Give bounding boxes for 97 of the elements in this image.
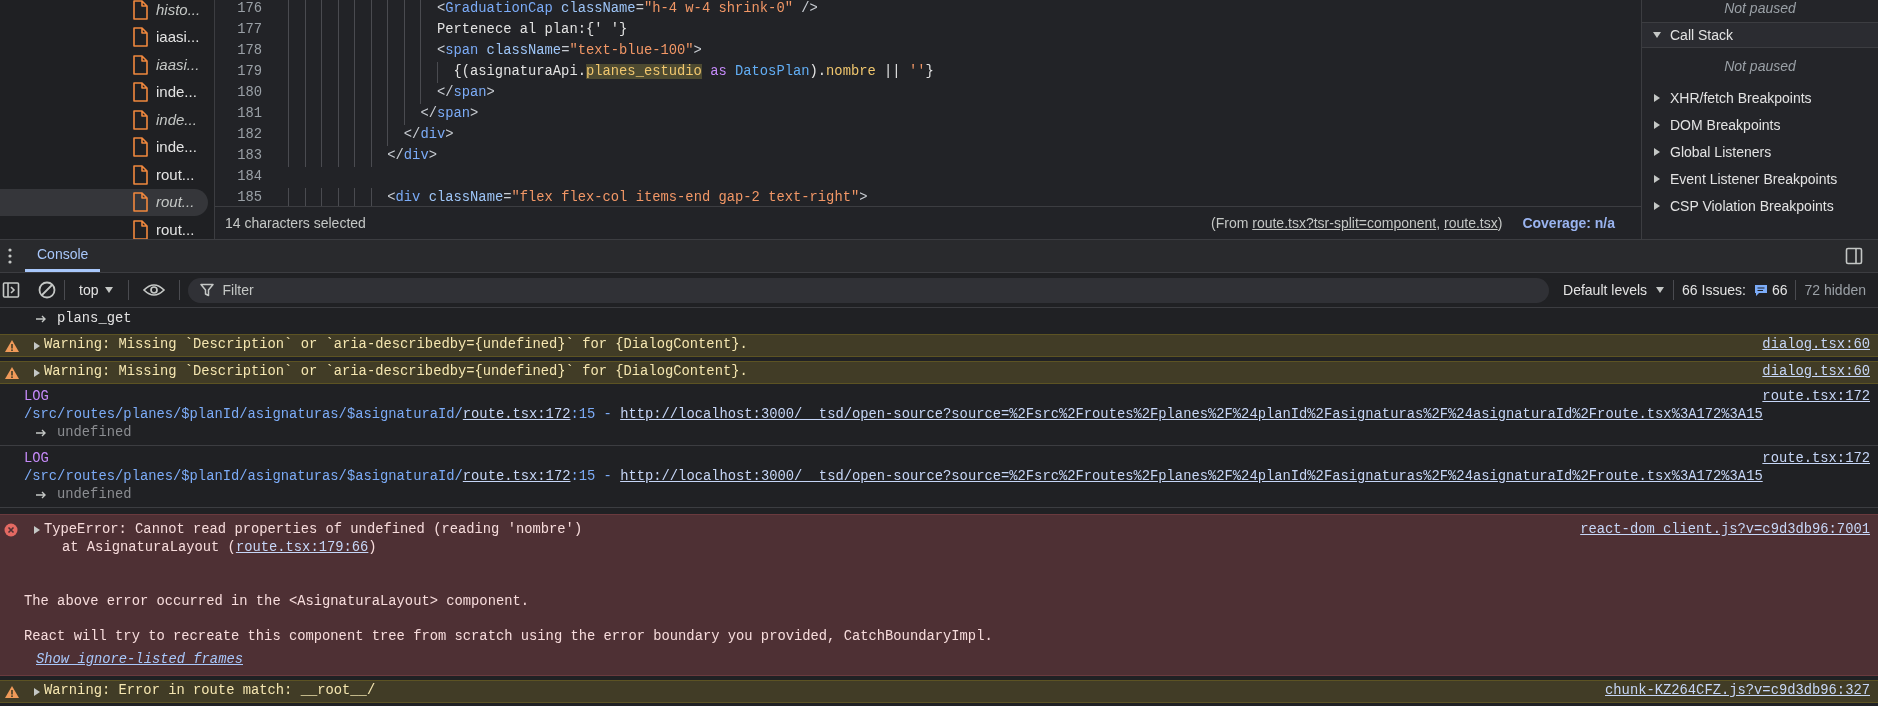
- line-number: 182: [236, 125, 262, 144]
- file-icon: [132, 137, 148, 158]
- code-line: Pertenece al plan:{' '}: [436, 20, 628, 39]
- file-item[interactable]: inde...: [0, 106, 208, 134]
- error-icon: [4, 523, 18, 537]
- arrow-icon: [35, 428, 47, 438]
- line-number: 178: [236, 41, 262, 60]
- file-icon: [132, 82, 148, 103]
- file-icon: [132, 0, 148, 20]
- code-line: </div>: [403, 125, 454, 144]
- warning-message: Warning: Error in route match: __root__/ chunk-KZ264CFZ.js?v=c9d3db96:327: [0, 680, 1878, 703]
- file-item[interactable]: histo...: [0, 0, 208, 24]
- log-label: LOG: [24, 450, 49, 468]
- arrow-icon: [35, 314, 47, 324]
- file-link[interactable]: route.tsx:172: [462, 407, 571, 422]
- line-number: 180: [236, 83, 262, 102]
- log-message: /src/routes/planes/$planId/asignaturas/$asignaturaId/route.tsx:172:15 - http://localhost:3000/__tsd/open-source?source=%2Fsrc%2Froutes%2Fplanes%2F%24planId%2Fasignaturas%2F%24asignaturaId%2Froute.tsx%3A172%3A15: [24, 468, 1763, 486]
- line-number: 177: [236, 20, 262, 39]
- error-note: React will try to recreate this component tree from scratch using the error boundary you provided, CatchBoundaryImpl.: [23, 628, 993, 646]
- source-link[interactable]: dialog.tsx:60: [1762, 335, 1870, 356]
- file-icon: [132, 192, 148, 213]
- url-link[interactable]: http://localhost:3000/__tsd/open-source?source=%2Fsrc%2Froutes%2Fplanes%2F%24planId%2Fasignaturas%2F%24asignaturaId%2Froute.tsx%3A172%3A15: [620, 469, 1763, 484]
- line-number: 185: [236, 188, 262, 206]
- section-header[interactable]: Event Listener Breakpoints: [1642, 166, 1878, 192]
- warning-message: Warning: Missing `Description` or `aria-describedby={undefined}` for {DialogContent}. dialog.tsx:60: [0, 334, 1878, 357]
- source-link[interactable]: route.tsx:172: [1762, 450, 1870, 468]
- result-text: undefined: [57, 424, 132, 442]
- warning-icon: [4, 684, 20, 699]
- warning-icon: [4, 338, 20, 353]
- more-icon: [8, 248, 12, 264]
- source-link[interactable]: chunk-KZ264CFZ.js?v=c9d3db96:327: [1605, 681, 1870, 702]
- arrow-icon: [35, 490, 47, 500]
- warning-message: Warning: Missing `Description` or `aria-describedby={undefined}` for {DialogContent}. dialog.tsx:60: [0, 361, 1878, 384]
- issues-button[interactable]: 66 Issues: 66: [1682, 279, 1788, 301]
- eye-icon: [143, 283, 166, 297]
- section-header[interactable]: Call Stack: [1642, 22, 1878, 48]
- log-label: LOG: [24, 388, 49, 406]
- code-line: </span>: [436, 83, 495, 102]
- ignore-listed-link[interactable]: Show ignore-listed frames: [36, 651, 243, 669]
- code-line: <GraduationCap className="h-4 w-4 shrink-0" />: [436, 0, 818, 18]
- file-item[interactable]: inde...: [0, 133, 208, 161]
- line-number: 176: [236, 0, 262, 18]
- message-icon: [1753, 283, 1768, 297]
- file-icon: [132, 27, 148, 48]
- file-link[interactable]: route.tsx:172: [462, 469, 571, 484]
- error-text: TypeError: Cannot read properties of undefined (reading 'nombre'): [44, 521, 583, 539]
- file-icon: [132, 219, 148, 239]
- file-item[interactable]: rout...: [0, 161, 208, 189]
- stack-trace-line: at AsignaturaLayout (route.tsx:179:66): [61, 539, 377, 557]
- file-item[interactable]: iaasi...: [0, 51, 208, 79]
- dock-panel-icon: [1845, 247, 1863, 265]
- section-header[interactable]: DOM Breakpoints: [1642, 112, 1878, 138]
- caret-icon: [104, 286, 115, 294]
- section-header[interactable]: CSP Violation Breakpoints: [1642, 193, 1878, 219]
- source-info: (From route.tsx?tsr-split=component, route.tsx): [1211, 213, 1503, 233]
- code-line: {(asignaturaApi.planes_estudio as DatosPlan).nombre || ''}: [453, 62, 934, 81]
- file-item[interactable]: rout...: [0, 188, 208, 216]
- code-line: <div className="flex flex-col items-end gap-2 text-right">: [387, 188, 868, 206]
- warning-icon: [4, 365, 20, 380]
- section-header[interactable]: Global Listeners: [1642, 139, 1878, 165]
- source-link[interactable]: route.tsx: [1444, 214, 1498, 231]
- status-text: Not paused: [1723, 0, 1797, 18]
- levels-dropdown[interactable]: Default levels: [1563, 279, 1666, 301]
- file-icon: [132, 109, 148, 130]
- file-item[interactable]: iaasi...: [0, 23, 208, 51]
- source-link[interactable]: react-dom_client.js?v=c9d3db96:7001: [1580, 521, 1870, 539]
- source-link[interactable]: dialog.tsx:60: [1762, 362, 1870, 383]
- result-text: plans_get: [57, 309, 132, 328]
- clear-icon: [38, 281, 56, 299]
- error-note: The above error occurred in the <AsignaturaLayout> component.: [23, 593, 530, 611]
- file-item[interactable]: inde...: [0, 78, 208, 106]
- source-link[interactable]: route.tsx:172: [1762, 388, 1870, 406]
- context-dropdown[interactable]: top: [73, 279, 121, 301]
- line-number: 183: [236, 146, 262, 165]
- console-tab[interactable]: Console: [25, 240, 101, 272]
- log-message: /src/routes/planes/$planId/asignaturas/$asignaturaId/route.tsx:172:15 - http://localhost:3000/__tsd/open-source?source=%2Fsrc%2Froutes%2Fplanes%2F%24planId%2Fasignaturas%2F%24asignaturaId%2Froute.tsx%3A172%3A15: [24, 406, 1763, 424]
- file-icon: [132, 54, 148, 75]
- coverage-status: Coverage: n/a: [1522, 213, 1615, 233]
- line-number: 184: [236, 167, 262, 186]
- filter-icon: [200, 283, 215, 297]
- line-number: 179: [236, 62, 262, 81]
- code-line: <span className="text-blue-100">: [436, 41, 702, 60]
- filter-field[interactable]: Filter: [188, 277, 1550, 303]
- file-item[interactable]: rout...: [0, 216, 208, 239]
- caret-icon: [1655, 286, 1666, 294]
- result-text: undefined: [57, 486, 132, 504]
- hidden-count: 72 hidden: [1804, 280, 1866, 300]
- url-link[interactable]: http://localhost:3000/__tsd/open-source?source=%2Fsrc%2Froutes%2Fplanes%2F%24planId%2Fasignaturas%2F%24asignaturaId%2Froute.tsx%3A172%3A15: [620, 407, 1763, 422]
- file-icon: [132, 164, 148, 185]
- sidebar-toggle-icon: [2, 281, 20, 299]
- line-number: 181: [236, 104, 262, 123]
- status-text: Not paused: [1723, 56, 1797, 76]
- code-line: </div>: [387, 146, 437, 165]
- stack-link[interactable]: route.tsx:179:66: [235, 540, 369, 555]
- selection-status: 14 characters selected: [225, 213, 366, 233]
- code-line: </span>: [420, 104, 479, 123]
- section-header[interactable]: XHR/fetch Breakpoints: [1642, 85, 1878, 111]
